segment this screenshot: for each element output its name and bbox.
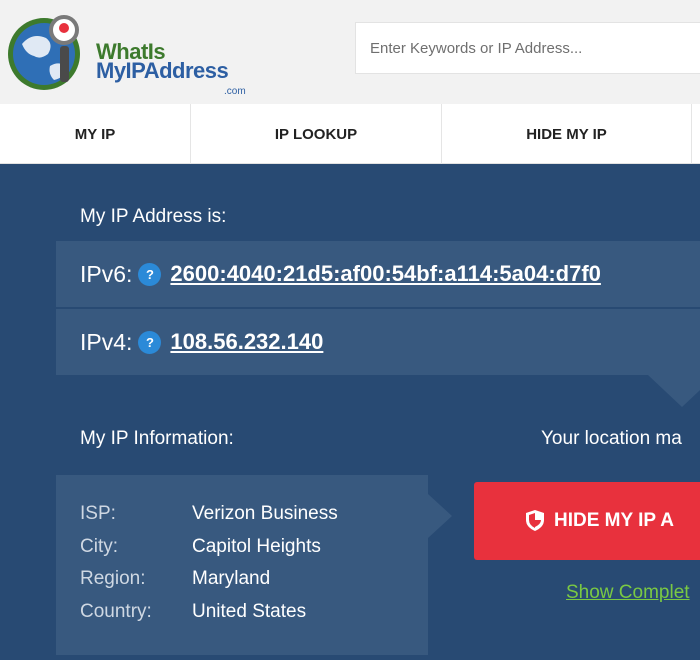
ipv4-row: IPv4: ? 108.56.232.140: [56, 309, 700, 375]
info-value: Maryland: [192, 568, 271, 589]
location-text: Your location ma: [541, 428, 682, 449]
ipv6-row: IPv6: ? 2600:4040:21d5:af00:54bf:a114:5a…: [56, 241, 700, 307]
info-key: Country:: [80, 601, 152, 622]
site-logo[interactable]: WhatIs MyIPAddress .com: [4, 10, 254, 98]
info-value: United States: [192, 601, 307, 622]
shield-icon: [526, 510, 544, 531]
nav-my-ip[interactable]: MY IP: [0, 104, 191, 164]
help-icon[interactable]: ?: [138, 330, 162, 354]
callout-pointer: [648, 375, 700, 407]
info-key: Region:: [80, 568, 146, 589]
main-nav: MY IP IP LOOKUP HIDE MY IP: [0, 104, 700, 164]
nav-ip-lookup[interactable]: IP LOOKUP: [191, 104, 442, 164]
nav-hide-my-ip[interactable]: HIDE MY IP: [442, 104, 692, 164]
ipv4-label: IPv4:: [80, 328, 133, 355]
logo-line-2: MyIPAddress: [96, 58, 229, 83]
info-heading: My IP Information:: [80, 428, 234, 449]
show-complete-link[interactable]: Show Complet: [566, 582, 690, 604]
globe-magnifier-logo-icon: [8, 15, 80, 90]
search-box: [355, 22, 700, 74]
info-value: Capitol Heights: [192, 536, 321, 557]
logo-wordmark: WhatIs MyIPAddress .com: [96, 41, 246, 98]
info-value: Verizon Business: [192, 503, 338, 524]
search-input[interactable]: [356, 23, 700, 73]
ipv6-label: IPv6:: [80, 260, 133, 287]
help-icon[interactable]: ?: [138, 262, 162, 286]
ipv6-value[interactable]: 2600:4040:21d5:af00:54bf:a114:5a04:d7f0: [170, 261, 600, 287]
info-key: City:: [80, 536, 118, 557]
logo-suffix: .com: [224, 86, 246, 97]
info-key: ISP:: [80, 503, 116, 524]
header: WhatIs MyIPAddress .com: [0, 0, 700, 104]
ip-info-box: ISP: Verizon Business City: Capitol Heig…: [56, 475, 428, 655]
nav-overflow[interactable]: [692, 104, 700, 164]
info-box-arrow: [428, 494, 452, 538]
hide-my-ip-button[interactable]: HIDE MY IP A: [474, 482, 700, 560]
ip-panel: My IP Address is: IPv6: ? 2600:4040:21d5…: [0, 164, 700, 660]
hide-my-ip-label: HIDE MY IP A: [554, 510, 675, 531]
ip-heading: My IP Address is:: [80, 206, 227, 227]
ipv4-value[interactable]: 108.56.232.140: [170, 329, 323, 355]
